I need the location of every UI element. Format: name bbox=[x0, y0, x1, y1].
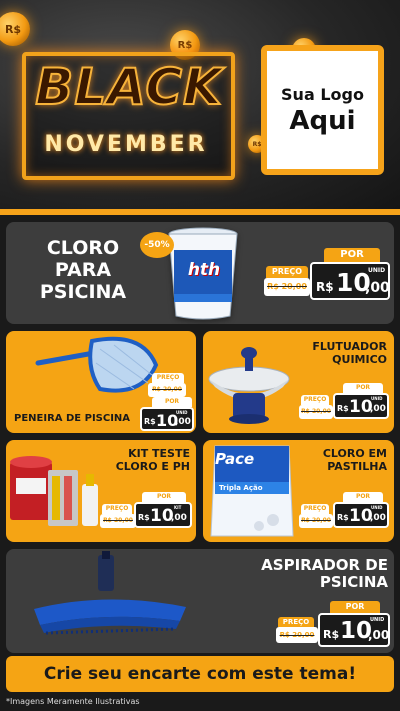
old-price: R$ 20,00 bbox=[100, 514, 136, 528]
pool-skimmer-image bbox=[35, 336, 159, 393]
por-label: POR bbox=[343, 383, 383, 393]
unit-label: UNID bbox=[368, 267, 386, 274]
product-card-flutuador[interactable]: FLUTUADOR QUIMICO POR PREÇO R$ 20,00 R$ … bbox=[203, 331, 394, 433]
currency: R$ bbox=[316, 280, 334, 294]
preco-label: PREÇO bbox=[301, 395, 329, 405]
product-title: FLUTUADOR QUIMICO bbox=[281, 340, 387, 366]
chemical-floater-image bbox=[208, 347, 290, 424]
product-card-kit-teste[interactable]: KIT TESTE CLORO E PH POR PREÇO R$ 20,00 … bbox=[6, 440, 196, 542]
old-price: R$ 20,00 bbox=[299, 514, 333, 528]
title-line: PSICINA bbox=[39, 280, 127, 303]
pool-vacuum-image bbox=[34, 551, 186, 635]
test-kit-image bbox=[10, 456, 98, 526]
header-banner: R$ R$ R$ R$ BLACK NOVEMBER Sua Logo Aqui bbox=[0, 0, 400, 215]
old-price: R$ 20,00 bbox=[299, 405, 333, 419]
unit-label: UNID bbox=[371, 505, 383, 510]
old-price: R$ 20,00 bbox=[148, 383, 186, 397]
price-decimal: ,00 bbox=[171, 513, 187, 523]
price-decimal: ,00 bbox=[175, 417, 191, 427]
logo-line-2: Aqui bbox=[289, 105, 356, 136]
product-card-aspirador[interactable]: ASPIRADOR DE PSICINA POR PREÇO R$ 20,00 … bbox=[6, 549, 394, 653]
price-decimal: ,00 bbox=[368, 628, 390, 642]
unit-label: KIT bbox=[174, 505, 182, 510]
price-box: R$ 10 ,00 UNID bbox=[310, 262, 390, 300]
product-card-pastilha[interactable]: Pace Tripla Ação CLORO EM PASTILHA POR P… bbox=[203, 440, 394, 542]
por-label: POR bbox=[330, 601, 380, 613]
por-label: POR bbox=[152, 397, 192, 407]
currency: R$ bbox=[323, 628, 340, 641]
preco-label: PREÇO bbox=[266, 266, 308, 278]
product-title: ASPIRADOR DE PSICINA bbox=[212, 556, 388, 592]
title-line: KIT TESTE bbox=[128, 447, 190, 460]
preco-label: PREÇO bbox=[301, 504, 329, 514]
disclaimer-text: *Imagens Meramente Ilustrativas bbox=[6, 697, 140, 706]
por-label: POR bbox=[142, 492, 186, 502]
logo-line-1: Sua Logo bbox=[281, 84, 364, 104]
product-card-cloro[interactable]: CLORO PARA PSICINA hth -50% PREÇO R$ 20,… bbox=[6, 222, 394, 324]
price-decimal: ,00 bbox=[370, 404, 386, 414]
price-box: R$ 10 ,00 UNID bbox=[140, 407, 194, 431]
old-price: R$ 20,00 bbox=[276, 627, 318, 643]
price-decimal: ,00 bbox=[370, 513, 386, 523]
product-card-peneira[interactable]: PENEIRA DE PISCINA PREÇO R$ 20,00 POR R$… bbox=[6, 331, 196, 433]
price-decimal: ,00 bbox=[365, 280, 390, 296]
price-box: R$ 10 ,00 UNID bbox=[318, 613, 390, 647]
preco-label: PREÇO bbox=[152, 373, 184, 383]
preco-label: PREÇO bbox=[102, 504, 132, 514]
product-title: CLORO PARA PSICINA bbox=[18, 237, 148, 304]
title-line: PARA bbox=[54, 258, 112, 281]
price-box: R$ 10 ,00 UNID bbox=[333, 393, 389, 419]
price-box: R$ 10 ,00 KIT bbox=[134, 502, 192, 528]
discount-badge: -50% bbox=[140, 232, 174, 258]
brand-label: hth bbox=[187, 260, 221, 280]
coin-icon: R$ bbox=[0, 12, 30, 46]
title-line: CLORO bbox=[46, 237, 120, 259]
title-line: PSICINA bbox=[319, 573, 388, 592]
currency: R$ bbox=[337, 404, 349, 413]
por-label: POR bbox=[343, 492, 383, 502]
preco-label: PREÇO bbox=[278, 617, 314, 627]
old-price: R$ 20,00 bbox=[264, 278, 310, 296]
unit-label: UNID bbox=[370, 617, 385, 623]
november-title: NOVEMBER bbox=[44, 132, 208, 157]
brand-label: Pace bbox=[215, 450, 255, 468]
por-label: POR bbox=[324, 248, 380, 262]
title-line: CLORO E PH bbox=[115, 459, 190, 473]
price-box: R$ 10 ,00 UNID bbox=[333, 502, 389, 528]
currency: R$ bbox=[337, 513, 349, 522]
brand-sub-label: Tripla Ação bbox=[219, 484, 263, 492]
title-line: ASPIRADOR DE bbox=[261, 556, 388, 574]
unit-label: UNID bbox=[371, 396, 383, 401]
black-title: BLACK bbox=[34, 57, 223, 117]
title-line: FLUTUADOR bbox=[312, 340, 387, 353]
product-title: CLORO EM PASTILHA bbox=[299, 447, 387, 473]
cta-banner[interactable]: Crie seu encarte com este tema! bbox=[6, 656, 394, 692]
currency: R$ bbox=[144, 417, 156, 426]
logo-placeholder: Sua Logo Aqui bbox=[261, 45, 384, 175]
product-title: PENEIRA DE PISCINA bbox=[14, 413, 131, 424]
product-title: KIT TESTE CLORO E PH bbox=[98, 447, 190, 473]
title-line: QUIMICO bbox=[332, 352, 387, 366]
currency: R$ bbox=[138, 513, 150, 522]
title-line: CLORO EM bbox=[322, 447, 387, 460]
unit-label: UNID bbox=[176, 410, 188, 415]
title-line: PASTILHA bbox=[327, 459, 387, 473]
